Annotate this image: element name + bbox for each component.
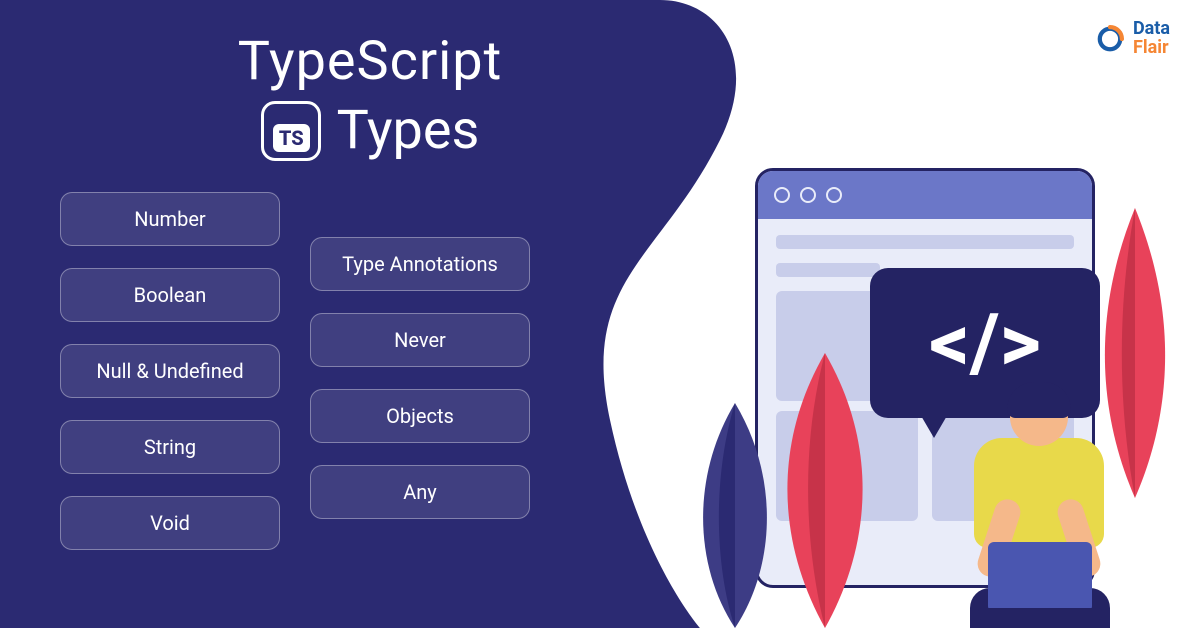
person-hair [1007, 382, 1071, 418]
title-block: TypeScript TS Types [140, 30, 600, 162]
type-pill: Type Annotations [310, 237, 530, 291]
window-dot-icon [826, 187, 842, 203]
logo-text-line2: Flair [1133, 39, 1170, 58]
type-column-left: Number Boolean Null & Undefined String V… [60, 192, 280, 550]
logo-icon [1093, 22, 1127, 56]
code-icon: </> [929, 296, 1041, 390]
type-pills-container: Number Boolean Null & Undefined String V… [60, 192, 600, 550]
type-pill: Null & Undefined [60, 344, 280, 398]
type-pill: Any [310, 465, 530, 519]
type-pill: Objects [310, 389, 530, 443]
dataflair-logo: Data Flair [1093, 20, 1170, 58]
content-panel: TypeScript TS Types Number Boolean Null … [0, 0, 640, 628]
title-line2: Types [337, 99, 480, 162]
type-pill: Number [60, 192, 280, 246]
placeholder-line [776, 235, 1074, 249]
title-line1: TypeScript [140, 30, 600, 93]
illustration: </> [670, 168, 1170, 628]
leaf-purple-icon [690, 398, 780, 628]
person-with-laptop-icon [940, 388, 1140, 628]
placeholder-line [776, 263, 880, 277]
type-pill: Boolean [60, 268, 280, 322]
window-dot-icon [774, 187, 790, 203]
typescript-badge-icon: TS [261, 101, 321, 161]
window-dot-icon [800, 187, 816, 203]
browser-titlebar [758, 171, 1092, 219]
laptop-icon [988, 542, 1092, 612]
type-pill: Never [310, 313, 530, 367]
type-pill: String [60, 420, 280, 474]
leaf-pink-icon [770, 348, 880, 628]
type-pill: Void [60, 496, 280, 550]
type-column-right: Type Annotations Never Objects Any [310, 237, 530, 550]
